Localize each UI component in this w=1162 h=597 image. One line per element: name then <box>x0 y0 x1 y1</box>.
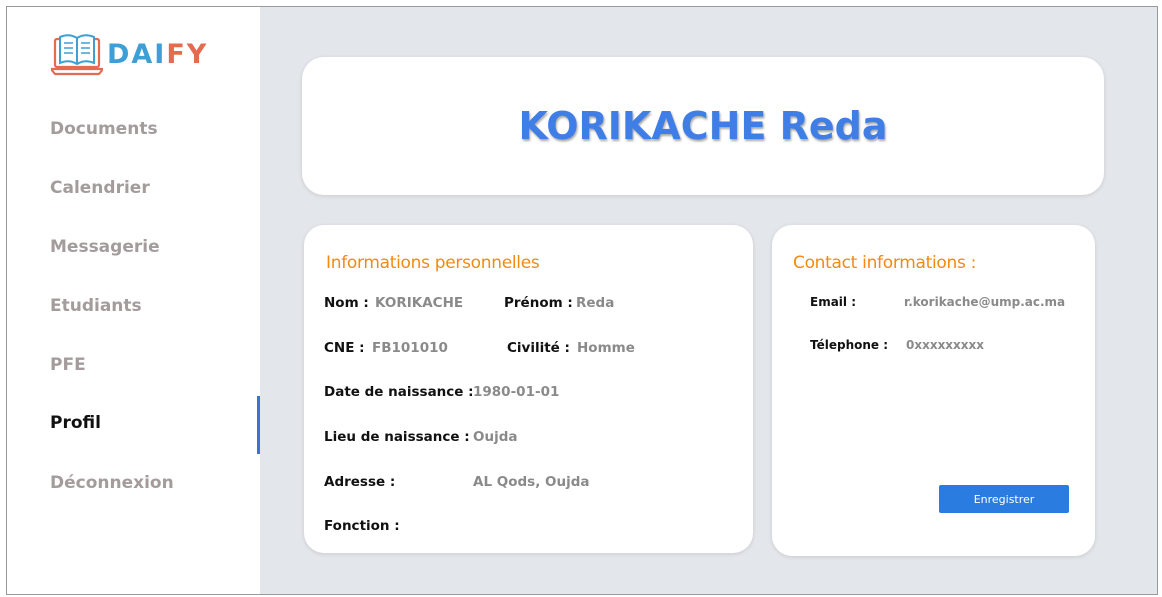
nav-item-messagerie[interactable]: Messagerie <box>50 237 160 257</box>
adresse-value: AL Qods, Oujda <box>473 474 590 490</box>
brand-name-part1: DAI <box>107 38 167 70</box>
cne-value: FB101010 <box>372 340 448 356</box>
brand-logo[interactable]: DAIFY <box>51 29 208 77</box>
civilite-label: Civilité : <box>507 340 570 356</box>
prenom-label: Prénom : <box>504 295 573 311</box>
nav-item-documents[interactable]: Documents <box>50 119 158 139</box>
save-button[interactable]: Enregistrer <box>939 485 1069 513</box>
adresse-label: Adresse : <box>324 474 396 490</box>
lieu-naissance-label: Lieu de naissance : <box>324 429 470 445</box>
nom-label: Nom : <box>324 295 369 311</box>
prenom-value: Reda <box>576 295 615 311</box>
personal-info-card: Informations personnelles Nom : KORIKACH… <box>304 225 753 553</box>
profile-name-card: KORIKACHE Reda <box>302 57 1104 195</box>
active-nav-indicator <box>257 396 260 454</box>
cne-label: CNE : <box>324 340 365 356</box>
civilite-value: Homme <box>577 340 635 356</box>
fonction-label: Fonction : <box>324 518 400 534</box>
brand-name: DAIFY <box>107 39 208 70</box>
profile-full-name: KORIKACHE Reda <box>518 104 888 148</box>
email-label: Email : <box>810 295 857 309</box>
telephone-label: Télephone : <box>810 338 889 352</box>
app-window: DAIFY Documents Calendrier Messagerie Et… <box>6 6 1158 595</box>
nav-item-etudiants[interactable]: Etudiants <box>50 296 142 316</box>
lieu-naissance-value: Oujda <box>473 429 518 445</box>
date-naissance-value: 1980-01-01 <box>473 384 560 400</box>
contact-info-card: Contact informations : Email : r.korikac… <box>772 225 1095 556</box>
date-naissance-label: Date de naissance : <box>324 384 474 400</box>
brand-name-part2: FY <box>166 38 209 70</box>
nav-item-deconnexion[interactable]: Déconnexion <box>50 473 174 493</box>
telephone-value: 0xxxxxxxxx <box>906 338 985 352</box>
personal-info-heading: Informations personnelles <box>326 253 540 273</box>
nom-value: KORIKACHE <box>375 295 464 311</box>
nav-item-profil[interactable]: Profil <box>50 413 101 433</box>
email-value: r.korikache@ump.ac.ma <box>904 295 1066 309</box>
contact-info-heading: Contact informations : <box>793 253 977 273</box>
nav-item-pfe[interactable]: PFE <box>50 355 86 375</box>
nav-item-calendrier[interactable]: Calendrier <box>50 178 150 198</box>
book-laptop-icon <box>51 34 103 76</box>
sidebar: DAIFY Documents Calendrier Messagerie Et… <box>7 7 260 594</box>
